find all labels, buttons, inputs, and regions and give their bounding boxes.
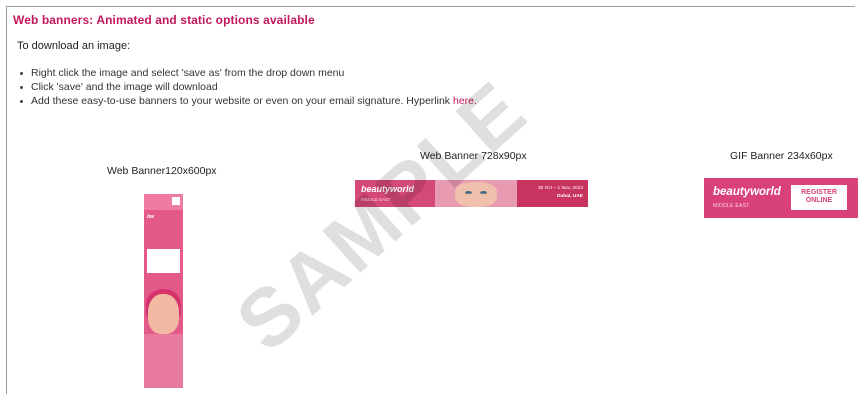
- banner-logo: beautyworld: [713, 186, 781, 198]
- register-online-button: REGISTER ONLINE: [791, 185, 847, 210]
- horizontal-banner-image[interactable]: beautyworld MIDDLE EAST 30 Oct – 1 Nov, …: [355, 180, 588, 207]
- list-item: Add these easy-to-use banners to your we…: [17, 94, 477, 108]
- banner-subtitle: MIDDLE EAST: [713, 203, 750, 209]
- vertical-banner-image[interactable]: bw: [144, 194, 183, 388]
- list-item: Click 'save' and the image will download: [17, 80, 477, 94]
- banner-location: Dubai, UAE: [556, 194, 583, 199]
- model-face: [148, 294, 179, 334]
- hyperlink-here[interactable]: here.: [453, 95, 477, 107]
- eye-shape: [480, 191, 487, 194]
- banner-logo: beautyworld: [361, 184, 415, 194]
- download-subheading: To download an image:: [17, 40, 131, 52]
- list-item: Right click the image and select 'save a…: [17, 66, 477, 80]
- banner-text-box: [147, 249, 180, 273]
- banner-event-info: 30 Oct – 1 Nov, 2023 Dubai, UAE: [521, 185, 583, 201]
- model-body: [144, 334, 183, 388]
- badge-icon: [172, 197, 180, 205]
- banner-logo: bw: [147, 214, 154, 220]
- instruction-list: Right click the image and select 'save a…: [17, 66, 477, 108]
- vertical-banner-caption: Web Banner120x600px: [107, 165, 217, 177]
- banner-dates: 30 Oct – 1 Nov, 2023: [538, 186, 583, 191]
- eye-shape: [465, 191, 472, 194]
- banner-logo-panel: beautyworld MIDDLE EAST: [355, 180, 435, 207]
- gif-banner-image[interactable]: beautyworld MIDDLE EAST REGISTER ONLINE: [704, 178, 858, 218]
- gif-banner-caption: GIF Banner 234x60px: [730, 150, 833, 162]
- model-face: [455, 182, 497, 207]
- model-photo: [435, 180, 517, 207]
- page-title: Web banners: Animated and static options…: [13, 13, 315, 27]
- banner-subtitle: MIDDLE EAST: [361, 197, 392, 202]
- horizontal-banner-caption: Web Banner 728x90px: [420, 150, 527, 162]
